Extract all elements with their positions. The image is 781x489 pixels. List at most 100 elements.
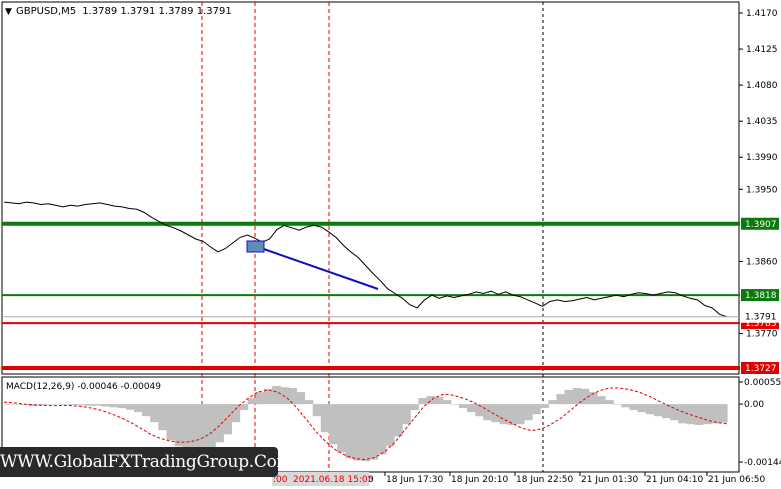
- macd-bar: [426, 396, 436, 405]
- macd-bar: [613, 404, 622, 405]
- price-panel: [1, 1, 740, 375]
- macd-bar: [199, 404, 208, 452]
- macd-bar: [556, 394, 566, 405]
- crosshair-time-label: 2021.06.18 15:05: [293, 475, 373, 485]
- macd-bar: [255, 392, 265, 405]
- macd-bar: [515, 404, 525, 425]
- level-label: 1.3907: [745, 220, 777, 230]
- price-tick-label: 1.3990: [746, 153, 778, 163]
- macd-bar: [109, 404, 119, 408]
- macd-bar: [402, 404, 411, 425]
- macd-bar: [134, 404, 143, 413]
- macd-bar: [69, 404, 78, 405]
- macd-bar: [312, 404, 322, 417]
- macd-bar: [458, 404, 468, 409]
- macd-tick-label: -0.00144: [744, 458, 781, 468]
- macd-bar: [361, 404, 371, 462]
- chart-svg: 1.4170 1.4125 1.4080 1.4035 1.3990 1.3950 1.38…: [1, 1, 781, 486]
- macd-bar: [637, 404, 647, 413]
- watermark-banner: WWW.GlobalFXTradingGroup.Com: [0, 447, 293, 477]
- macd-bar: [215, 404, 224, 443]
- macd-bar: [572, 388, 582, 405]
- macd-bar: [190, 404, 200, 453]
- price-tick-label: 1.4170: [746, 9, 778, 19]
- macd-bar: [507, 404, 517, 425]
- macd-bar: [125, 404, 135, 410]
- macd-bar: [288, 388, 297, 405]
- macd-bar: [678, 404, 687, 424]
- macd-bar: [385, 404, 395, 447]
- macd-bar: [564, 390, 574, 405]
- macd-bar: [645, 404, 655, 415]
- macd-title: MACD(12,26,9) -0.00046 -0.00049: [6, 382, 161, 392]
- macd-bar: [629, 404, 639, 411]
- macd-bar: [523, 404, 533, 421]
- macd-bar: [280, 387, 289, 405]
- macd-bar: [605, 400, 614, 405]
- macd-bar: [694, 404, 704, 425]
- macd-bar: [548, 400, 557, 405]
- macd-bar: [101, 404, 111, 407]
- time-tick-label: 21 Jun 04:10: [646, 475, 703, 485]
- macd-bar: [247, 398, 257, 405]
- macd-bar: [393, 404, 403, 437]
- macd-bar: [418, 398, 427, 405]
- macd-bar: [653, 404, 663, 417]
- macd-bar: [597, 396, 606, 405]
- macd-bar: [272, 386, 281, 405]
- macd-bar: [239, 404, 249, 411]
- price-tick-label: 1.4080: [746, 81, 778, 91]
- level-label: 1.3727: [745, 364, 777, 374]
- macd-bar: [377, 404, 387, 455]
- time-tick-label: 18 Jun 17:30: [386, 475, 443, 485]
- time-tick-label: 21 Jun 06:50: [708, 475, 765, 485]
- macd-bar: [44, 404, 54, 405]
- time-tick-label: 18 Jun 20:10: [451, 475, 508, 485]
- macd-bar: [442, 400, 452, 405]
- macd-bar: [369, 404, 379, 460]
- chart-header: GBPUSD,M5 1.3789 1.3791 1.3789 1.3791: [16, 6, 232, 17]
- time-tick-label: 18 Jun 22:50: [516, 475, 573, 485]
- macd-bar: [85, 404, 94, 406]
- macd-bar: [166, 404, 176, 441]
- macd-bar: [223, 404, 232, 435]
- macd-bar: [304, 400, 314, 405]
- macd-bar: [4, 404, 13, 405]
- macd-bar: [328, 404, 338, 445]
- price-tick-label: 1.3950: [746, 185, 778, 195]
- macd-tick-label: 0.00: [744, 400, 764, 410]
- trade-marker: [246, 240, 265, 253]
- macd-axis: 0.00055 0.00 -0.00144: [739, 378, 781, 468]
- macd-bar: [231, 404, 241, 423]
- macd-bar: [207, 404, 216, 449]
- macd-bar: [77, 404, 86, 406]
- macd-bar: [174, 404, 184, 447]
- current-price-label: 1.3791: [745, 313, 777, 323]
- level-label: 1.3818: [745, 291, 777, 301]
- macd-bar: [540, 404, 549, 409]
- macd-bar: [93, 404, 103, 406]
- price-tick-label: 1.3770: [746, 330, 778, 340]
- macd-bar: [718, 404, 728, 423]
- macd-bar: [150, 404, 159, 423]
- macd-bar: [410, 404, 419, 411]
- macd-tick-label: 0.00055: [744, 378, 781, 388]
- macd-bar: [142, 404, 151, 417]
- macd-bar: [12, 404, 21, 405]
- macd-bar: [52, 403, 62, 405]
- macd-bar: [532, 404, 541, 415]
- macd-bar: [434, 396, 444, 405]
- macd-bar: [450, 404, 460, 405]
- macd-bar: [296, 392, 306, 405]
- macd-bar: [353, 404, 362, 461]
- macd-bar: [345, 404, 354, 459]
- price-tick-label: 1.4125: [746, 45, 778, 55]
- price-tick-label: 1.3860: [746, 257, 778, 267]
- macd-bar: [117, 404, 127, 409]
- header-arrow-icon[interactable]: ▼: [5, 7, 12, 17]
- macd-bar: [670, 404, 679, 421]
- macd-bar: [337, 404, 346, 453]
- price-tick-label: 1.4035: [746, 117, 778, 127]
- macd-bar: [467, 404, 476, 413]
- macd-bar: [710, 404, 720, 424]
